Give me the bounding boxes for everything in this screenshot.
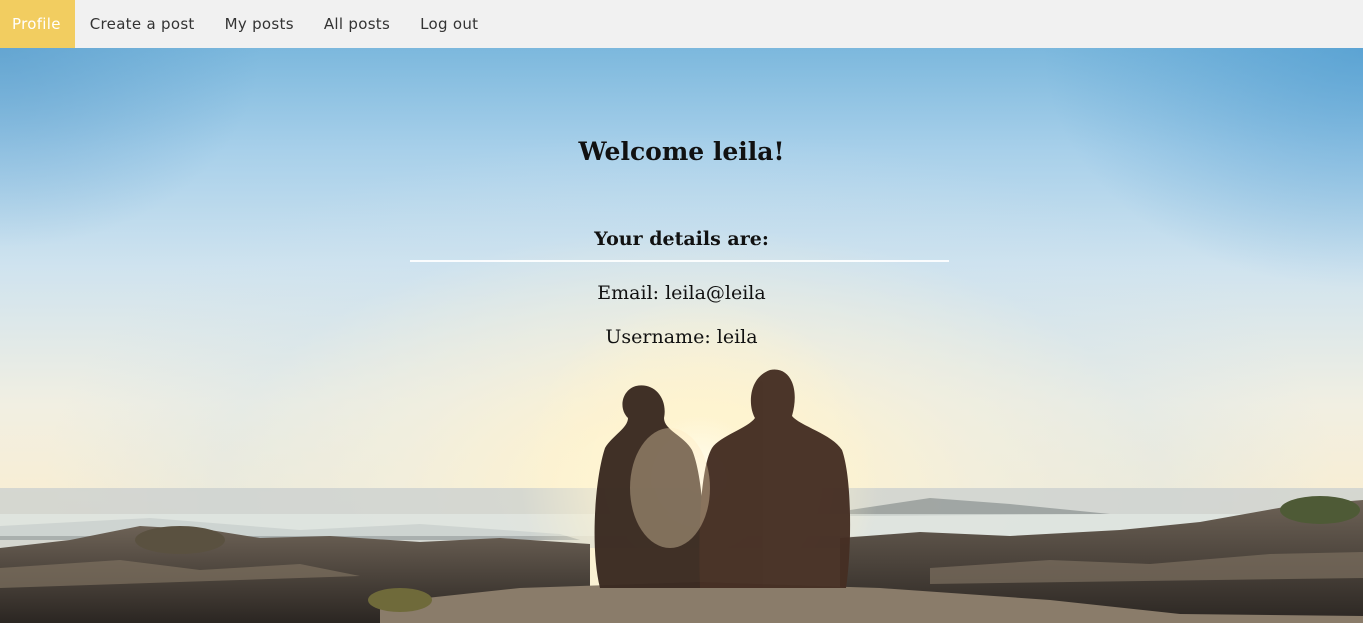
details-heading: Your details are: — [594, 228, 769, 250]
email-detail: Email: leila@leila — [597, 282, 766, 304]
nav-log-out[interactable]: Log out — [405, 0, 493, 48]
welcome-heading: Welcome leila! — [578, 137, 785, 166]
nav-my-posts[interactable]: My posts — [210, 0, 309, 48]
nav-profile[interactable]: Profile — [0, 0, 75, 48]
nav-all-posts[interactable]: All posts — [309, 0, 405, 48]
username-detail: Username: leila — [605, 326, 758, 348]
top-navigation: Profile Create a post My posts All posts… — [0, 0, 1363, 48]
nav-create-post[interactable]: Create a post — [75, 0, 210, 48]
details-divider — [410, 260, 949, 262]
